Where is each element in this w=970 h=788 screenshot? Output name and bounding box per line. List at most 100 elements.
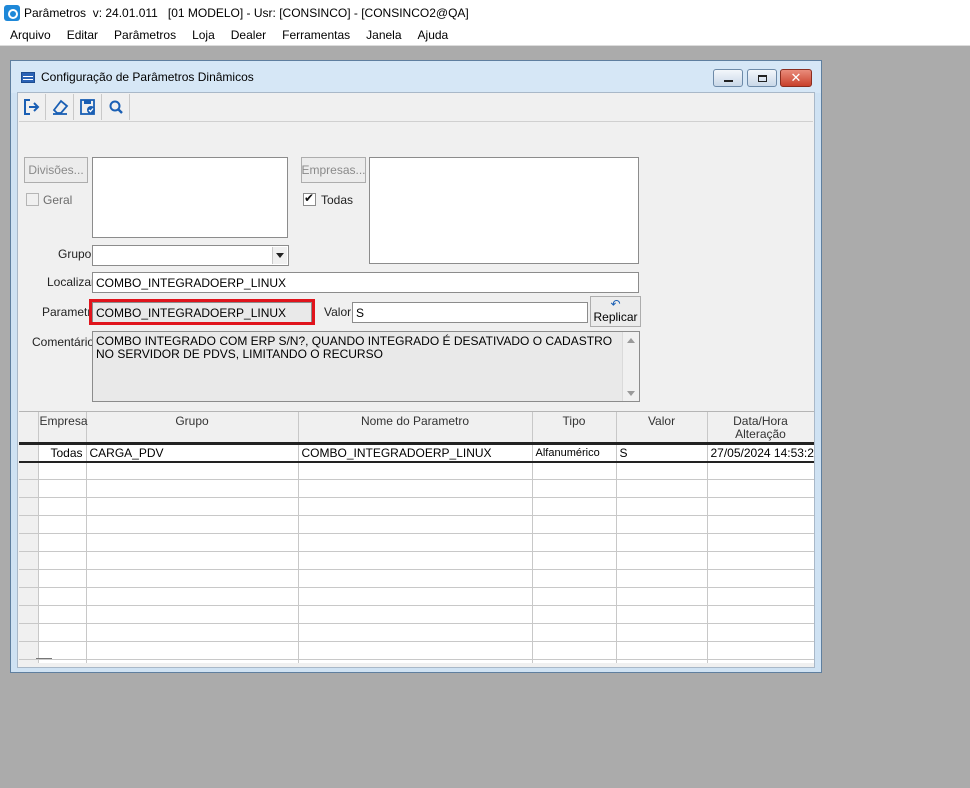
menu-ajuda[interactable]: Ajuda: [410, 25, 457, 46]
empty-cell[interactable]: [38, 605, 87, 624]
menu-parametros[interactable]: Parâmetros: [106, 25, 184, 46]
divisoes-listbox[interactable]: [92, 157, 288, 238]
empty-cell[interactable]: [616, 659, 708, 663]
clear-button[interactable]: [47, 94, 74, 120]
menu-loja[interactable]: Loja: [184, 25, 223, 46]
empty-table-row[interactable]: [19, 587, 814, 606]
empty-cell[interactable]: [707, 659, 814, 663]
table-row[interactable]: Todas CARGA_PDV COMBO_INTEGRADOERP_LINUX…: [19, 443, 814, 463]
empty-cell[interactable]: [707, 569, 814, 588]
search-button[interactable]: [103, 94, 130, 120]
comentarios-scrollbar[interactable]: [622, 332, 639, 401]
empty-cell[interactable]: [532, 461, 617, 480]
localizar-input[interactable]: COMBO_INTEGRADOERP_LINUX: [92, 272, 639, 293]
cell-grupo[interactable]: CARGA_PDV: [86, 443, 299, 463]
empty-cell[interactable]: [532, 533, 617, 552]
empty-table-row[interactable]: [19, 605, 814, 624]
empty-cell[interactable]: [616, 497, 708, 516]
empty-cell[interactable]: [298, 533, 533, 552]
empty-cell[interactable]: [707, 641, 814, 660]
empty-cell[interactable]: [86, 587, 299, 606]
save-button[interactable]: [75, 94, 102, 120]
empty-cell[interactable]: [38, 569, 87, 588]
empty-cell[interactable]: [38, 497, 87, 516]
empty-cell[interactable]: [38, 461, 87, 480]
empty-cell[interactable]: [532, 659, 617, 663]
empty-cell[interactable]: [86, 497, 299, 516]
cell-valor[interactable]: S: [616, 443, 708, 463]
cell-empresa[interactable]: Todas: [38, 443, 87, 463]
empty-cell[interactable]: [707, 497, 814, 516]
empty-cell[interactable]: [532, 569, 617, 588]
empty-cell[interactable]: [532, 623, 617, 642]
cell-nome-parametro[interactable]: COMBO_INTEGRADOERP_LINUX: [298, 443, 533, 463]
empty-cell[interactable]: [707, 479, 814, 498]
menu-dealer[interactable]: Dealer: [223, 25, 274, 46]
empty-cell[interactable]: [298, 515, 533, 534]
empty-cell[interactable]: [707, 551, 814, 570]
empty-cell[interactable]: [707, 605, 814, 624]
replicar-button[interactable]: ↶ Replicar: [590, 296, 641, 327]
empty-cell[interactable]: [298, 605, 533, 624]
col-data-hora[interactable]: Data/Hora Alteração: [707, 412, 814, 445]
empty-cell[interactable]: [38, 533, 87, 552]
empty-cell[interactable]: [86, 605, 299, 624]
empty-cell[interactable]: [616, 587, 708, 606]
empty-cell[interactable]: [86, 659, 299, 663]
empty-cell[interactable]: [86, 623, 299, 642]
empty-cell[interactable]: [532, 551, 617, 570]
empty-cell[interactable]: [532, 605, 617, 624]
col-tipo[interactable]: Tipo: [532, 412, 617, 445]
empty-cell[interactable]: [616, 605, 708, 624]
cell-data-hora[interactable]: 27/05/2024 14:53:20: [707, 443, 814, 463]
empresas-button[interactable]: Empresas...: [301, 157, 366, 183]
comentarios-textarea[interactable]: COMBO INTEGRADO COM ERP S/N?, QUANDO INT…: [92, 331, 640, 402]
exit-button[interactable]: [19, 94, 46, 120]
menu-editar[interactable]: Editar: [59, 25, 106, 46]
empty-cell[interactable]: [707, 623, 814, 642]
menu-arquivo[interactable]: Arquivo: [0, 25, 59, 46]
empty-cell[interactable]: [532, 479, 617, 498]
empty-table-row[interactable]: [19, 533, 814, 552]
scroll-down-icon[interactable]: [623, 385, 639, 401]
empty-cell[interactable]: [532, 641, 617, 660]
minimize-button[interactable]: [713, 69, 743, 87]
scroll-up-icon[interactable]: [623, 332, 639, 348]
empty-table-row[interactable]: [19, 515, 814, 534]
empty-cell[interactable]: [86, 641, 299, 660]
empty-cell[interactable]: [298, 587, 533, 606]
empty-cell[interactable]: [616, 479, 708, 498]
chevron-down-icon[interactable]: [272, 247, 287, 264]
empty-cell[interactable]: [38, 641, 87, 660]
col-valor[interactable]: Valor: [616, 412, 708, 445]
empty-cell[interactable]: [616, 515, 708, 534]
cell-tipo[interactable]: Alfanumérico: [532, 443, 617, 463]
empty-cell[interactable]: [616, 569, 708, 588]
empty-cell[interactable]: [86, 551, 299, 570]
empty-cell[interactable]: [298, 497, 533, 516]
empty-table-row[interactable]: [19, 569, 814, 588]
empty-table-row[interactable]: [19, 623, 814, 642]
col-grupo[interactable]: Grupo: [86, 412, 299, 445]
empty-table-row[interactable]: [19, 461, 814, 480]
window-title-bar[interactable]: Configuração de Parâmetros Dinâmicos ✕: [11, 61, 821, 93]
empty-cell[interactable]: [38, 587, 87, 606]
empty-table-row[interactable]: [19, 497, 814, 516]
empty-cell[interactable]: [532, 587, 617, 606]
empty-table-row[interactable]: [19, 479, 814, 498]
empty-cell[interactable]: [86, 533, 299, 552]
grupo-combo[interactable]: [92, 245, 289, 266]
empty-cell[interactable]: [298, 659, 533, 663]
empty-cell[interactable]: [532, 515, 617, 534]
empty-cell[interactable]: [298, 623, 533, 642]
empty-cell[interactable]: [38, 479, 87, 498]
todas-checkbox[interactable]: [303, 191, 316, 206]
empty-cell[interactable]: [38, 659, 87, 663]
col-empresa[interactable]: Empresa: [38, 412, 88, 445]
empty-cell[interactable]: [86, 461, 299, 480]
empty-cell[interactable]: [707, 461, 814, 480]
empty-table-row[interactable]: [19, 551, 814, 570]
empty-cell[interactable]: [38, 515, 87, 534]
empty-cell[interactable]: [616, 461, 708, 480]
empty-cell[interactable]: [38, 551, 87, 570]
